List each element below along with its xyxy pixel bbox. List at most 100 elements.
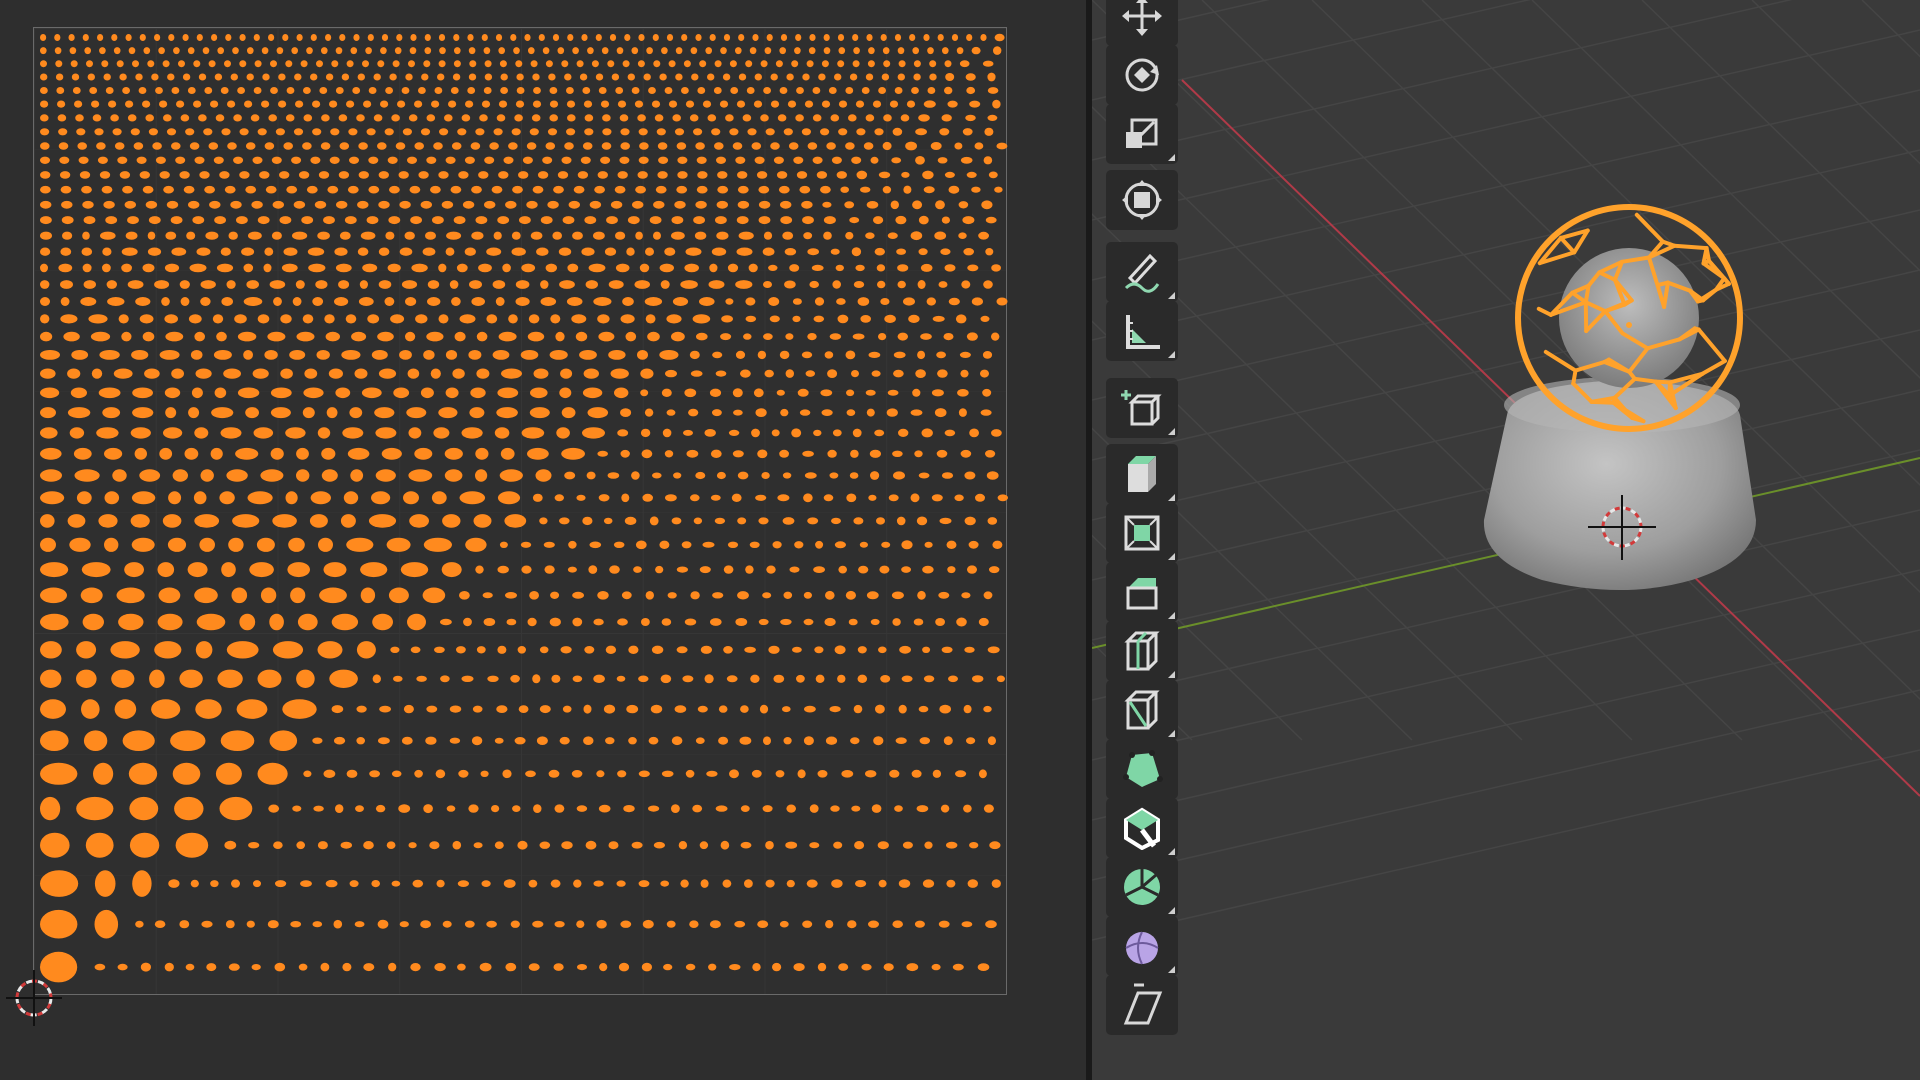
uv-island[interactable] — [233, 114, 242, 122]
uv-island[interactable] — [118, 613, 144, 631]
uv-island[interactable] — [652, 34, 659, 41]
uv-island[interactable] — [387, 263, 401, 273]
uv-island[interactable] — [812, 156, 823, 164]
uv-island[interactable] — [90, 331, 111, 342]
uv-island[interactable] — [179, 920, 190, 929]
uv-island[interactable] — [446, 231, 462, 240]
uv-island[interactable] — [796, 674, 805, 683]
uv-island[interactable] — [575, 331, 588, 342]
uv-island[interactable] — [745, 60, 753, 68]
uv-island[interactable] — [668, 100, 678, 108]
uv-island[interactable] — [233, 156, 244, 164]
uv-island[interactable] — [113, 47, 121, 55]
uv-island[interactable] — [891, 157, 902, 164]
uv-island[interactable] — [589, 200, 602, 209]
uv-island[interactable] — [97, 34, 104, 41]
uv-island[interactable] — [550, 591, 560, 599]
uv-island[interactable] — [955, 770, 967, 778]
uv-island[interactable] — [940, 804, 950, 813]
uv-island[interactable] — [992, 99, 1001, 109]
uv-island[interactable] — [321, 114, 330, 122]
uv-island[interactable] — [165, 331, 184, 342]
uv-island[interactable] — [591, 60, 599, 68]
uv-island[interactable] — [579, 350, 597, 360]
uv-island[interactable] — [996, 142, 1008, 150]
uv-island[interactable] — [321, 47, 328, 55]
uv-island[interactable] — [641, 449, 653, 459]
uv-island[interactable] — [275, 880, 287, 888]
uv-island[interactable] — [142, 331, 155, 342]
uv-island[interactable] — [40, 231, 52, 240]
uv-island[interactable] — [243, 263, 254, 273]
uv-island[interactable] — [877, 280, 886, 289]
uv-island[interactable] — [851, 156, 862, 164]
uv-island[interactable] — [944, 60, 952, 68]
uv-island[interactable] — [840, 186, 849, 193]
uv-island[interactable] — [622, 297, 634, 306]
uv-island[interactable] — [318, 171, 330, 179]
uv-island[interactable] — [547, 128, 558, 136]
uv-island[interactable] — [853, 47, 860, 55]
uv-island[interactable] — [966, 34, 973, 41]
uv-island[interactable] — [279, 216, 292, 225]
uv-island[interactable] — [856, 128, 866, 136]
uv-island[interactable] — [102, 407, 121, 419]
uv-island[interactable] — [694, 231, 707, 240]
uv-island[interactable] — [791, 60, 799, 68]
uv-island[interactable] — [264, 350, 278, 360]
uv-island[interactable] — [71, 350, 89, 360]
uv-island[interactable] — [338, 280, 350, 289]
uv-island[interactable] — [641, 618, 650, 626]
uv-island[interactable] — [204, 87, 213, 94]
uv-island[interactable] — [310, 491, 331, 505]
uv-island[interactable] — [849, 73, 858, 81]
uv-island[interactable] — [938, 281, 948, 288]
uv-island[interactable] — [740, 841, 752, 849]
uv-island[interactable] — [164, 962, 174, 972]
uv-island[interactable] — [614, 185, 626, 194]
uv-island[interactable] — [789, 264, 800, 272]
uv-island[interactable] — [224, 60, 231, 68]
uv-island[interactable] — [601, 47, 609, 55]
uv-island[interactable] — [253, 34, 260, 41]
uv-island[interactable] — [495, 34, 503, 41]
uv-island[interactable] — [644, 297, 663, 306]
uv-island[interactable] — [40, 427, 58, 439]
uv-island[interactable] — [63, 331, 80, 342]
uv-island[interactable] — [338, 114, 348, 122]
uv-island[interactable] — [267, 331, 286, 342]
uv-island[interactable] — [525, 770, 536, 778]
uv-island[interactable] — [465, 100, 474, 108]
uv-island[interactable] — [439, 128, 449, 136]
uv-island[interactable] — [94, 870, 116, 897]
uv-island[interactable] — [851, 805, 861, 812]
uv-island[interactable] — [706, 770, 718, 777]
uv-island[interactable] — [650, 704, 663, 714]
uv-island[interactable] — [91, 368, 103, 379]
uv-island[interactable] — [837, 674, 846, 683]
uv-island[interactable] — [116, 60, 124, 68]
uv-island[interactable] — [94, 963, 106, 971]
uv-island[interactable] — [878, 171, 891, 179]
uv-island[interactable] — [889, 769, 900, 778]
uv-island[interactable] — [357, 200, 369, 209]
uv-island[interactable] — [486, 247, 502, 256]
uv-island[interactable] — [994, 33, 1005, 42]
uv-island[interactable] — [559, 517, 570, 525]
uv-island[interactable] — [656, 128, 666, 136]
uv-island[interactable] — [890, 200, 899, 210]
uv-island[interactable] — [786, 804, 796, 813]
uv-island[interactable] — [967, 565, 977, 574]
uv-island[interactable] — [937, 34, 944, 41]
uv-island[interactable] — [80, 587, 103, 604]
uv-island[interactable] — [461, 114, 471, 122]
uv-island[interactable] — [483, 47, 491, 55]
uv-island[interactable] — [203, 128, 213, 136]
uv-island[interactable] — [147, 60, 155, 68]
uv-island[interactable] — [804, 472, 817, 479]
uv-island[interactable] — [745, 565, 754, 574]
uv-island[interactable] — [476, 331, 488, 342]
uv-island[interactable] — [835, 264, 844, 272]
uv-island[interactable] — [598, 804, 611, 813]
uv-island[interactable] — [40, 491, 65, 505]
